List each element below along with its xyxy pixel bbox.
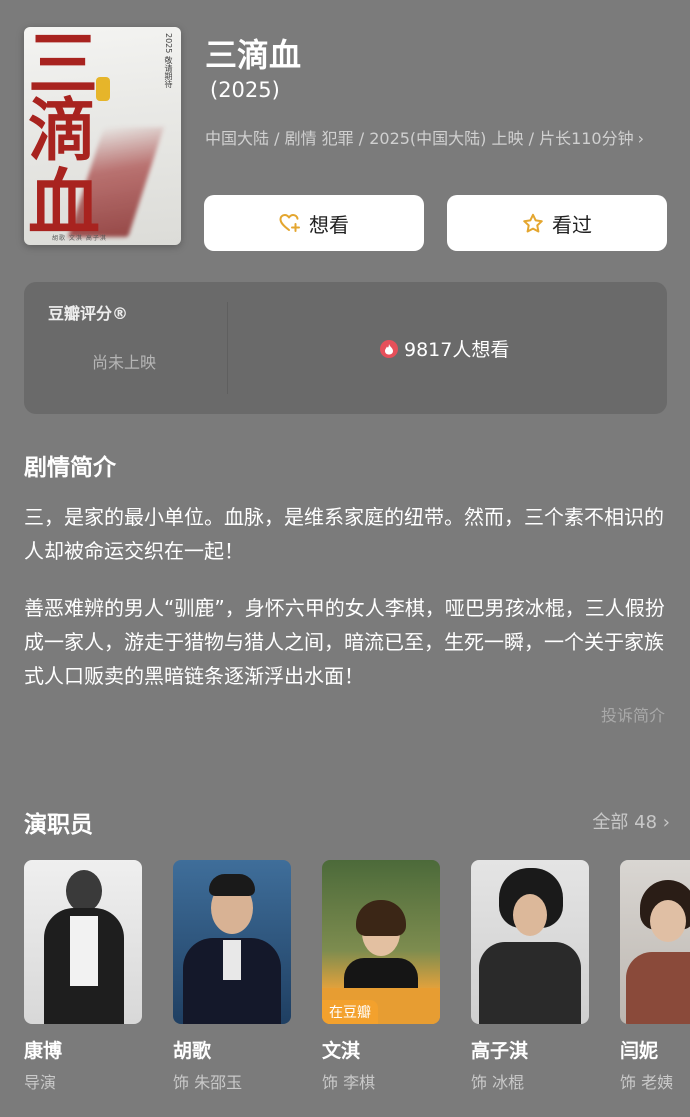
rating-status: 尚未上映 [92, 353, 157, 372]
synopsis-text: 三，是家的最小单位。血脉，是维系家庭的纽带。然而，三个素不相识的人却被命运交织在… [24, 500, 669, 716]
cast-card[interactable]: 康博 导演 [24, 860, 142, 1093]
cast-role: 饰 朱邵玉 [173, 1073, 243, 1092]
want-to-watch-button[interactable]: 想看 [204, 195, 424, 251]
star-icon [522, 213, 544, 234]
cast-card[interactable]: 在豆瓣 文淇 饰 李棋 [322, 860, 440, 1093]
cast-name: 文淇 [322, 1040, 361, 1062]
movie-year: (2025) [210, 78, 280, 102]
synopsis-paragraph: 三，是家的最小单位。血脉，是维系家庭的纽带。然而，三个素不相识的人却被命运交织在… [24, 505, 664, 563]
cast-card[interactable]: 闫妮 饰 老姨 [620, 860, 690, 1093]
all-cast-link[interactable]: 全部 48 › [592, 808, 670, 834]
poster-car [96, 77, 110, 101]
cast-role: 导演 [24, 1073, 57, 1092]
poster-credits: 胡歌 文淇 高子淇 [52, 235, 107, 242]
cast-role: 饰 李棋 [322, 1073, 376, 1092]
chevron-right-icon: › [637, 129, 645, 148]
cast-photo: 在豆瓣 [322, 860, 440, 1024]
rating-panel[interactable]: 豆瓣评分® 尚未上映 9817人想看 [24, 282, 667, 414]
report-synopsis-link[interactable]: 投诉简介 [601, 702, 665, 726]
cast-name: 闫妮 [620, 1040, 659, 1062]
cast-role: 饰 老姨 [620, 1073, 674, 1092]
movie-title: 三滴血 [205, 36, 302, 74]
want-to-watch-label: 想看 [309, 212, 349, 237]
cast-photo [471, 860, 589, 1024]
wish-count[interactable]: 9817人想看 [380, 335, 509, 362]
flame-icon [380, 339, 398, 358]
movie-poster[interactable]: 三 滴 血 2025 敬请期待 胡歌 文淇 高子淇 [24, 27, 181, 245]
movie-detail-page: 三 滴 血 2025 敬请期待 胡歌 文淇 高子淇 三滴血 (2025) 中国大… [0, 0, 690, 1117]
chevron-right-icon: › [662, 812, 670, 833]
movie-meta-text: 中国大陆 / 剧情 犯罪 / 2025(中国大陆) 上映 / 片长110分钟 [205, 129, 634, 148]
poster-char-3: 血 [28, 160, 101, 245]
movie-meta[interactable]: 中国大陆 / 剧情 犯罪 / 2025(中国大陆) 上映 / 片长110分钟 › [205, 124, 655, 153]
synopsis-title: 剧情简介 [24, 455, 116, 481]
cast-name: 康博 [24, 1040, 63, 1062]
all-cast-label: 全部 48 [592, 812, 658, 833]
cast-title: 演职员 [24, 812, 93, 838]
wish-count-text: 9817人想看 [404, 339, 510, 361]
on-douban-badge: 在豆瓣 [322, 1000, 378, 1024]
cast-name: 高子淇 [471, 1040, 529, 1062]
cast-photo [173, 860, 291, 1024]
heart-plus-icon [279, 213, 301, 233]
synopsis-paragraph: 善恶难辨的男人“驯鹿”，身怀六甲的女人李棋，哑巴男孩冰棍，三人假扮成一家人，游走… [24, 596, 665, 688]
watched-label: 看过 [552, 212, 592, 237]
poster-side-text: 2025 敬请期待 [164, 33, 173, 88]
cast-role: 饰 冰棍 [471, 1073, 525, 1092]
cast-card[interactable]: 高子淇 饰 冰棍 [471, 860, 589, 1093]
cast-photo [620, 860, 690, 1024]
cast-name: 胡歌 [173, 1040, 212, 1062]
rating-divider [227, 302, 228, 394]
cast-photo [24, 860, 142, 1024]
douban-rating-label: 豆瓣评分® [48, 304, 129, 323]
poster-char-2: 滴 [28, 91, 97, 171]
cast-card[interactable]: 胡歌 饰 朱邵玉 [173, 860, 291, 1093]
poster-char-1: 三 [28, 27, 98, 105]
watched-button[interactable]: 看过 [447, 195, 667, 251]
